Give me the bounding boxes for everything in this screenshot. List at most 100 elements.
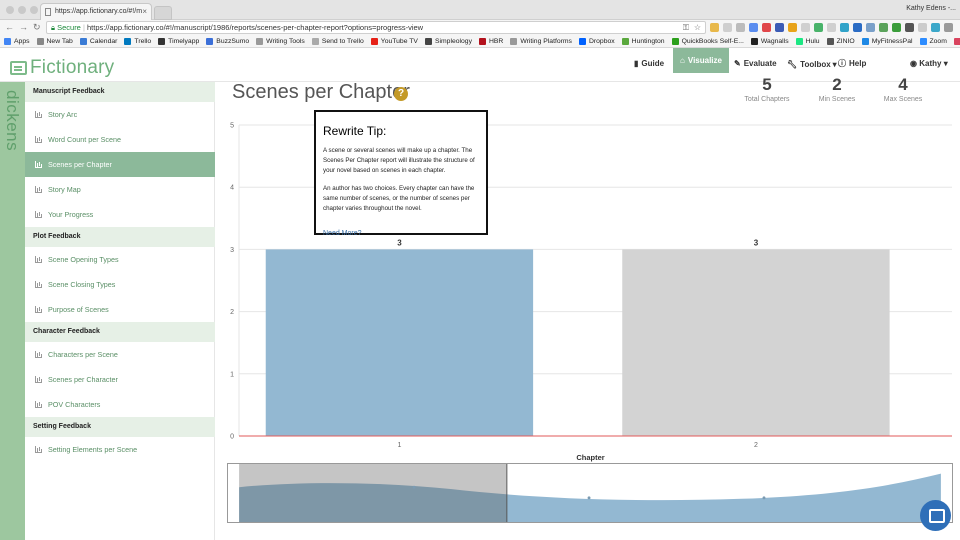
- extension-icon[interactable]: [931, 23, 940, 32]
- stat-label: Total Chapters: [744, 96, 790, 103]
- sidebar-section-heading: Character Feedback: [25, 322, 215, 342]
- bar-chart-icon: [35, 211, 42, 218]
- sidebar-item-word-count-per-scene[interactable]: Word Count per Scene: [25, 127, 215, 152]
- bar-chart-icon: [35, 281, 42, 288]
- bookmark-item[interactable]: Simpleology: [424, 37, 472, 45]
- extension-icon[interactable]: [853, 23, 862, 32]
- extension-icon[interactable]: [814, 23, 823, 32]
- forward-arrow-icon[interactable]: →: [19, 22, 28, 32]
- bookmark-item[interactable]: MyFitnessPal: [861, 37, 913, 45]
- bookmark-item[interactable]: Zoom: [919, 37, 947, 45]
- extension-icon[interactable]: [905, 23, 914, 32]
- extension-icon[interactable]: [801, 23, 810, 32]
- sidebar-item-scene-opening-types[interactable]: Scene Opening Types: [25, 247, 215, 272]
- extension-icon[interactable]: [723, 23, 732, 32]
- sidebar-item-label: POV Characters: [48, 400, 101, 409]
- sidebar-item-pov-characters[interactable]: POV Characters: [25, 392, 215, 417]
- tip-title: Rewrite Tip:: [323, 124, 387, 138]
- nav-guide[interactable]: ▮ Guide: [634, 53, 664, 73]
- star-icon[interactable]: ☆: [694, 23, 701, 32]
- new-tab-button[interactable]: [154, 6, 172, 20]
- y-tick-label: 4: [230, 185, 234, 192]
- chevron-down-icon: ▾: [943, 59, 948, 68]
- sidebar-item-setting-elements-per-scene[interactable]: Setting Elements per Scene: [25, 437, 215, 462]
- back-arrow-icon[interactable]: ←: [5, 22, 14, 32]
- nav-help[interactable]: ⓘ Help: [838, 53, 866, 73]
- bookmark-item[interactable]: Huntington: [621, 37, 665, 45]
- extension-icon[interactable]: [736, 23, 745, 32]
- stat-block: 5 Total Chapters: [732, 75, 802, 103]
- bookmark-item[interactable]: QuickBooks Self-E...: [671, 37, 744, 45]
- extension-icon[interactable]: [788, 23, 797, 32]
- extension-icon[interactable]: [827, 23, 836, 32]
- nav-evaluate-label: Evaluate: [743, 58, 777, 68]
- nav-toolbox[interactable]: 🔧︎ Toolbox ▾: [787, 54, 837, 74]
- home-icon: ⌂: [680, 56, 685, 65]
- sidebar-item-your-progress[interactable]: Your Progress: [25, 202, 215, 227]
- reload-icon[interactable]: ↻: [33, 22, 41, 33]
- bookmark-item[interactable]: Zenkit: [953, 37, 960, 45]
- question-mark-icon[interactable]: ?: [394, 87, 408, 101]
- close-tab-icon[interactable]: ×: [142, 7, 147, 16]
- extension-icon[interactable]: [944, 23, 953, 32]
- x-tick-label: 1: [397, 442, 401, 449]
- extension-icon[interactable]: [762, 23, 771, 32]
- key-icon[interactable]: ⚿: [683, 23, 689, 33]
- sidebar-item-characters-per-scene[interactable]: Characters per Scene: [25, 342, 215, 367]
- bookmark-item[interactable]: Wagnalls: [750, 37, 789, 45]
- sidebar-item-scene-closing-types[interactable]: Scene Closing Types: [25, 272, 215, 297]
- bookmark-item[interactable]: HBR: [478, 37, 504, 45]
- bookmark-item[interactable]: Hulu: [795, 37, 820, 45]
- sidebar-item-story-arc[interactable]: Story Arc: [25, 102, 215, 127]
- extension-icon[interactable]: [840, 23, 849, 32]
- bookmark-item[interactable]: Writing Platforms: [510, 37, 572, 45]
- extension-icon[interactable]: [918, 23, 927, 32]
- browser-tab[interactable]: https://app.fictionary.co/#!/m ×: [40, 3, 152, 20]
- nav-evaluate[interactable]: ✎ Evaluate: [734, 53, 777, 73]
- fictionary-logo[interactable]: Fictionary: [10, 57, 114, 79]
- browser-profile[interactable]: Kathy Edens -...: [906, 5, 956, 12]
- extension-icon[interactable]: [892, 23, 901, 32]
- navigator-selection[interactable]: [239, 464, 507, 522]
- need-more-link[interactable]: Need More?: [323, 230, 362, 237]
- bookmark-item[interactable]: Trello: [124, 37, 152, 45]
- bookmark-item[interactable]: YouTube TV: [370, 37, 418, 45]
- bookmark-item[interactable]: Calendar: [79, 37, 117, 45]
- document-icon: [45, 8, 51, 16]
- chart-navigator[interactable]: [227, 463, 953, 523]
- stat-value: 4: [898, 75, 908, 94]
- minimize-window-button[interactable]: [18, 6, 26, 14]
- bookmark-item[interactable]: BuzzSumo: [206, 37, 250, 45]
- address-bar[interactable]: 🔒︎ Secure | https://app.fictionary.co/#!…: [46, 21, 706, 34]
- bookmark-item[interactable]: Dropbox: [578, 37, 615, 45]
- sidebar-item-purpose-of-scenes[interactable]: Purpose of Scenes: [25, 297, 215, 322]
- nav-visualize[interactable]: ⌂ Visualize: [673, 48, 729, 73]
- user-menu[interactable]: ◉ Kathy ▾: [910, 59, 948, 68]
- sidebar-item-scenes-per-chapter[interactable]: Scenes per Chapter: [25, 152, 215, 177]
- bookmark-item[interactable]: New Tab: [36, 37, 73, 45]
- secure-label: Secure: [57, 23, 81, 32]
- extension-icon[interactable]: [775, 23, 784, 32]
- chat-icon[interactable]: [920, 500, 951, 531]
- extension-icon[interactable]: [749, 23, 758, 32]
- bookmark-label: Trello: [134, 37, 152, 45]
- sidebar-item-scenes-per-character[interactable]: Scenes per Character: [25, 367, 215, 392]
- sidebar-item-label: Story Map: [48, 185, 81, 194]
- bookmark-item[interactable]: Timelyapp: [158, 37, 199, 45]
- y-tick-label: 0: [230, 434, 234, 441]
- bookmark-item[interactable]: Apps: [4, 37, 30, 45]
- bookmark-label: BuzzSumo: [216, 37, 250, 45]
- extension-icon[interactable]: [866, 23, 875, 32]
- bar-chart-icon: [35, 186, 42, 193]
- bookmark-icon: [206, 37, 214, 45]
- bookmark-item[interactable]: Send to Trello: [311, 37, 364, 45]
- extension-icon[interactable]: [879, 23, 888, 32]
- zoom-window-button[interactable]: [30, 6, 38, 14]
- sidebar-item-story-map[interactable]: Story Map: [25, 177, 215, 202]
- extension-icon[interactable]: [710, 23, 719, 32]
- bookmark-label: HBR: [488, 37, 504, 45]
- bookmark-item[interactable]: ZINIO: [826, 37, 855, 45]
- edit-icon: ✎: [734, 58, 741, 68]
- close-window-button[interactable]: [6, 6, 14, 14]
- bookmark-item[interactable]: Writing Tools: [256, 37, 305, 45]
